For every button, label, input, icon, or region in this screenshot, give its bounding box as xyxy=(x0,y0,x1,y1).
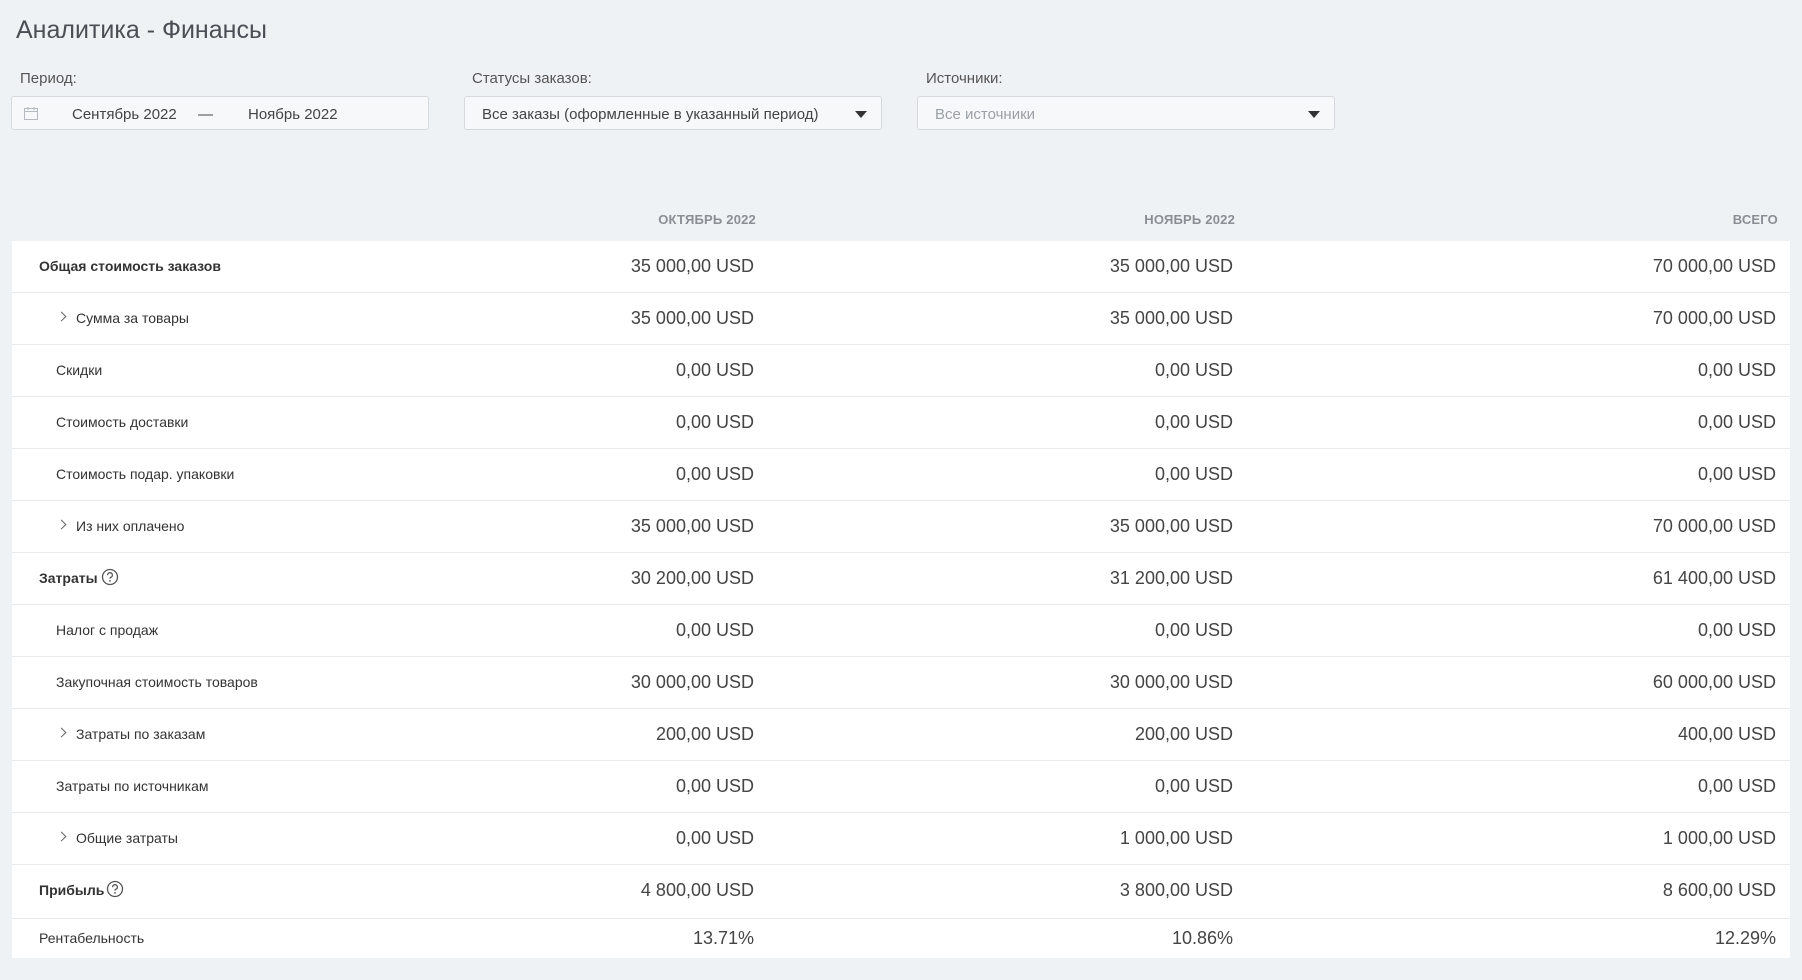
cell-value: 70 000,00 USD xyxy=(1652,256,1776,276)
cell-value: 12.29% xyxy=(1714,928,1776,948)
cell-value: 0,00 USD xyxy=(1154,776,1233,796)
chevron-right-icon[interactable] xyxy=(56,311,67,322)
cell-value: 13.71% xyxy=(692,928,754,948)
cell-value: 61 400,00 USD xyxy=(1652,568,1776,588)
sources-placeholder: Все источники xyxy=(935,106,1036,123)
chevron-right-icon[interactable] xyxy=(56,519,67,530)
cell-value: 0,00 USD xyxy=(1697,464,1776,484)
table-row-expandable[interactable]: Из них оплачено 35 000,00 USD 35 000,00 … xyxy=(12,501,1790,553)
table-row: Затраты 30 200,00 USD 31 200,00 USD 61 4… xyxy=(12,553,1790,605)
table-row: Скидки 0,00 USD 0,00 USD 0,00 USD xyxy=(12,345,1790,397)
row-label: Из них оплачено xyxy=(76,518,185,534)
cell-value: 0,00 USD xyxy=(1697,412,1776,432)
chevron-right-icon[interactable] xyxy=(56,831,67,842)
cell-value: 0,00 USD xyxy=(675,776,754,796)
cell-value: 0,00 USD xyxy=(1697,776,1776,796)
cell-value: 35 000,00 USD xyxy=(1109,516,1233,536)
cell-value: 70 000,00 USD xyxy=(1652,516,1776,536)
chevron-down-icon xyxy=(855,111,867,118)
cell-value: 35 000,00 USD xyxy=(630,516,754,536)
period-separator: — xyxy=(198,106,213,123)
table-row-expandable[interactable]: Общие затраты 0,00 USD 1 000,00 USD 1 00… xyxy=(12,813,1790,865)
table-row: Стоимость доставки 0,00 USD 0,00 USD 0,0… xyxy=(12,397,1790,449)
period-picker[interactable]: Сентябрь 2022 — Ноябрь 2022 xyxy=(11,96,429,130)
table-row: Налог с продаж 0,00 USD 0,00 USD 0,00 US… xyxy=(12,605,1790,657)
order-status-label: Статусы заказов: xyxy=(472,70,592,87)
cell-value: 0,00 USD xyxy=(1154,412,1233,432)
sources-select[interactable]: Все источники xyxy=(917,96,1335,130)
cell-value: 0,00 USD xyxy=(675,360,754,380)
calendar-icon xyxy=(24,107,38,120)
row-label: Сумма за товары xyxy=(76,310,189,326)
cell-value: 10.86% xyxy=(1171,928,1233,948)
column-header-nov: НОЯБРЬ 2022 xyxy=(1144,212,1235,227)
column-header-oct: ОКТЯБРЬ 2022 xyxy=(658,212,756,227)
cell-value: 4 800,00 USD xyxy=(640,880,754,900)
cell-value: 30 000,00 USD xyxy=(1109,672,1233,692)
table-row: Затраты по источникам 0,00 USD 0,00 USD … xyxy=(12,761,1790,813)
chevron-down-icon xyxy=(1308,111,1320,118)
row-label: Стоимость доставки xyxy=(56,414,189,430)
cell-value: 0,00 USD xyxy=(675,412,754,432)
table-row: Прибыль 4 800,00 USD 3 800,00 USD 8 600,… xyxy=(12,865,1790,919)
order-status-select[interactable]: Все заказы (оформленные в указанный пери… xyxy=(464,96,882,130)
finance-table: Общая стоимость заказов 35 000,00 USD 35… xyxy=(12,241,1790,958)
cell-value: 0,00 USD xyxy=(1697,360,1776,380)
cell-value: 35 000,00 USD xyxy=(630,256,754,276)
row-label: Общая стоимость заказов xyxy=(39,258,221,274)
cell-value: 30 200,00 USD xyxy=(630,568,754,588)
row-label: Общие затраты xyxy=(76,830,178,846)
table-row: Общая стоимость заказов 35 000,00 USD 35… xyxy=(12,241,1790,293)
cell-value: 1 000,00 USD xyxy=(1119,828,1233,848)
cell-value: 0,00 USD xyxy=(1154,360,1233,380)
cell-value: 70 000,00 USD xyxy=(1652,308,1776,328)
cell-value: 3 800,00 USD xyxy=(1119,880,1233,900)
cell-value: 0,00 USD xyxy=(1154,620,1233,640)
cell-value: 0,00 USD xyxy=(1697,620,1776,640)
row-label: Затраты по заказам xyxy=(76,726,206,742)
cell-value: 0,00 USD xyxy=(675,464,754,484)
cell-value: 0,00 USD xyxy=(1154,464,1233,484)
cell-value: 31 200,00 USD xyxy=(1109,568,1233,588)
row-label: Закупочная стоимость товаров xyxy=(56,674,258,690)
row-label: Прибыль xyxy=(39,882,105,898)
table-row-expandable[interactable]: Затраты по заказам 200,00 USD 200,00 USD… xyxy=(12,709,1790,761)
help-icon[interactable] xyxy=(106,880,124,898)
cell-value: 0,00 USD xyxy=(675,828,754,848)
cell-value: 400,00 USD xyxy=(1677,724,1776,744)
row-label: Стоимость подар. упаковки xyxy=(56,466,235,482)
sources-label: Источники: xyxy=(926,70,1003,87)
table-row: Стоимость подар. упаковки 0,00 USD 0,00 … xyxy=(12,449,1790,501)
cell-value: 35 000,00 USD xyxy=(1109,308,1233,328)
table-row: Закупочная стоимость товаров 30 000,00 U… xyxy=(12,657,1790,709)
cell-value: 35 000,00 USD xyxy=(1109,256,1233,276)
column-header-total: ВСЕГО xyxy=(1732,212,1778,227)
cell-value: 200,00 USD xyxy=(655,724,754,744)
table-row: Рентабельность 13.71% 10.86% 12.29% xyxy=(12,919,1790,958)
page-title: Аналитика - Финансы xyxy=(16,16,267,44)
cell-value: 30 000,00 USD xyxy=(630,672,754,692)
chevron-right-icon[interactable] xyxy=(56,727,67,738)
row-label: Рентабельность xyxy=(39,930,145,946)
cell-value: 8 600,00 USD xyxy=(1662,880,1776,900)
row-label: Налог с продаж xyxy=(56,622,159,638)
cell-value: 60 000,00 USD xyxy=(1652,672,1776,692)
row-label: Скидки xyxy=(56,362,103,378)
period-to[interactable]: Ноябрь 2022 xyxy=(248,106,338,123)
period-label: Период: xyxy=(20,70,77,87)
order-status-value: Все заказы (оформленные в указанный пери… xyxy=(482,106,819,123)
cell-value: 1 000,00 USD xyxy=(1662,828,1776,848)
period-from[interactable]: Сентябрь 2022 xyxy=(72,106,177,123)
row-label: Затраты по источникам xyxy=(56,778,209,794)
cell-value: 0,00 USD xyxy=(675,620,754,640)
cell-value: 35 000,00 USD xyxy=(630,308,754,328)
cell-value: 200,00 USD xyxy=(1134,724,1233,744)
row-label: Затраты xyxy=(39,570,98,586)
help-icon[interactable] xyxy=(101,568,119,586)
table-row-expandable[interactable]: Сумма за товары 35 000,00 USD 35 000,00 … xyxy=(12,293,1790,345)
